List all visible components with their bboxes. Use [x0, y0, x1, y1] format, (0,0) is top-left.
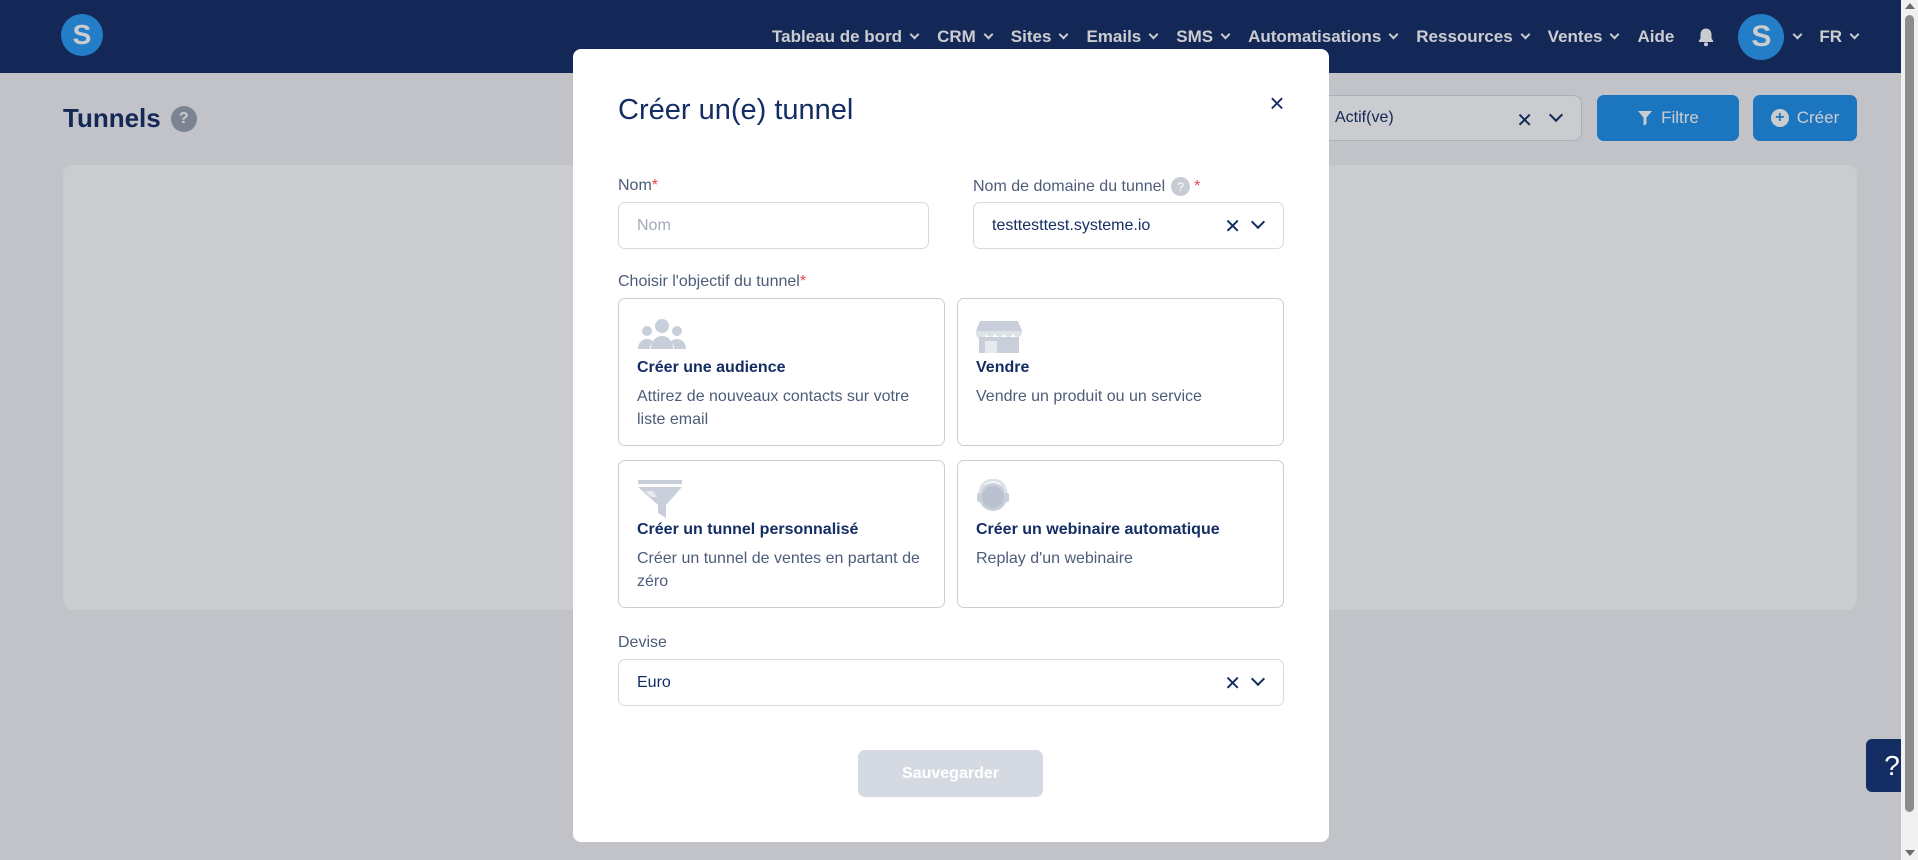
- name-label: Nom*: [618, 177, 658, 195]
- goal-title: Créer une audience: [637, 359, 786, 376]
- currency-label: Devise: [618, 634, 667, 651]
- domain-select[interactable]: testtesttest.systeme.io ✕: [973, 202, 1284, 249]
- goal-option-webinar[interactable]: Créer un webinaire automatique Replay d'…: [957, 460, 1284, 608]
- help-icon[interactable]: ?: [1171, 177, 1191, 196]
- audience-icon: [638, 319, 686, 349]
- objective-label-text: Choisir l'objectif du tunnel: [618, 273, 800, 290]
- required-mark: *: [1194, 177, 1201, 195]
- goal-title: Vendre: [976, 359, 1030, 376]
- chevron-down-icon[interactable]: [1250, 671, 1266, 687]
- create-funnel-modal: Créer un(e) tunnel × Nom* Nom de domaine…: [573, 49, 1329, 842]
- domain-label: Nom de domaine du tunnel ? *: [973, 177, 1200, 196]
- goal-title: Créer un webinaire automatique: [976, 521, 1220, 538]
- clear-icon[interactable]: ✕: [1224, 671, 1241, 696]
- scroll-up-arrow-icon[interactable]: [1905, 3, 1915, 9]
- goal-description: Replay d'un webinaire: [976, 550, 1133, 567]
- goal-option-custom-funnel[interactable]: Créer un tunnel personnalisé Créer un tu…: [618, 460, 945, 608]
- goal-option-sell[interactable]: Vendre Vendre un produit ou un service: [957, 298, 1284, 446]
- chevron-down-icon[interactable]: [1250, 214, 1266, 230]
- name-input[interactable]: [618, 202, 929, 249]
- required-mark: *: [651, 177, 659, 194]
- domain-label-text: Nom de domaine du tunnel: [973, 177, 1166, 195]
- currency-select[interactable]: Euro ✕: [618, 659, 1284, 706]
- required-mark: *: [799, 273, 807, 290]
- close-icon[interactable]: ×: [1265, 88, 1289, 118]
- goal-option-audience[interactable]: Créer une audience Attirez de nouveaux c…: [618, 298, 945, 446]
- store-icon: [976, 321, 1022, 353]
- page-scrollbar[interactable]: [1901, 0, 1918, 860]
- save-button[interactable]: Sauvegarder: [858, 750, 1043, 797]
- currency-select-value: Euro: [637, 673, 671, 691]
- goal-description: Attirez de nouveaux contacts sur votre l…: [637, 388, 910, 428]
- modal-title: Créer un(e) tunnel: [618, 94, 854, 126]
- goal-title: Créer un tunnel personnalisé: [637, 521, 859, 538]
- goal-description: Vendre un produit ou un service: [976, 388, 1202, 405]
- scroll-down-arrow-icon[interactable]: [1905, 850, 1915, 856]
- name-label-text: Nom: [618, 177, 652, 194]
- domain-select-value: testtesttest.systeme.io: [992, 216, 1151, 234]
- goal-description: Créer un tunnel de ventes en partant de …: [637, 550, 920, 590]
- clear-icon[interactable]: ✕: [1224, 214, 1241, 239]
- objective-label: Choisir l'objectif du tunnel*: [618, 273, 806, 291]
- funnel-icon: [638, 480, 682, 518]
- scrollbar-thumb[interactable]: [1905, 15, 1914, 812]
- webinar-icon: [977, 479, 1009, 511]
